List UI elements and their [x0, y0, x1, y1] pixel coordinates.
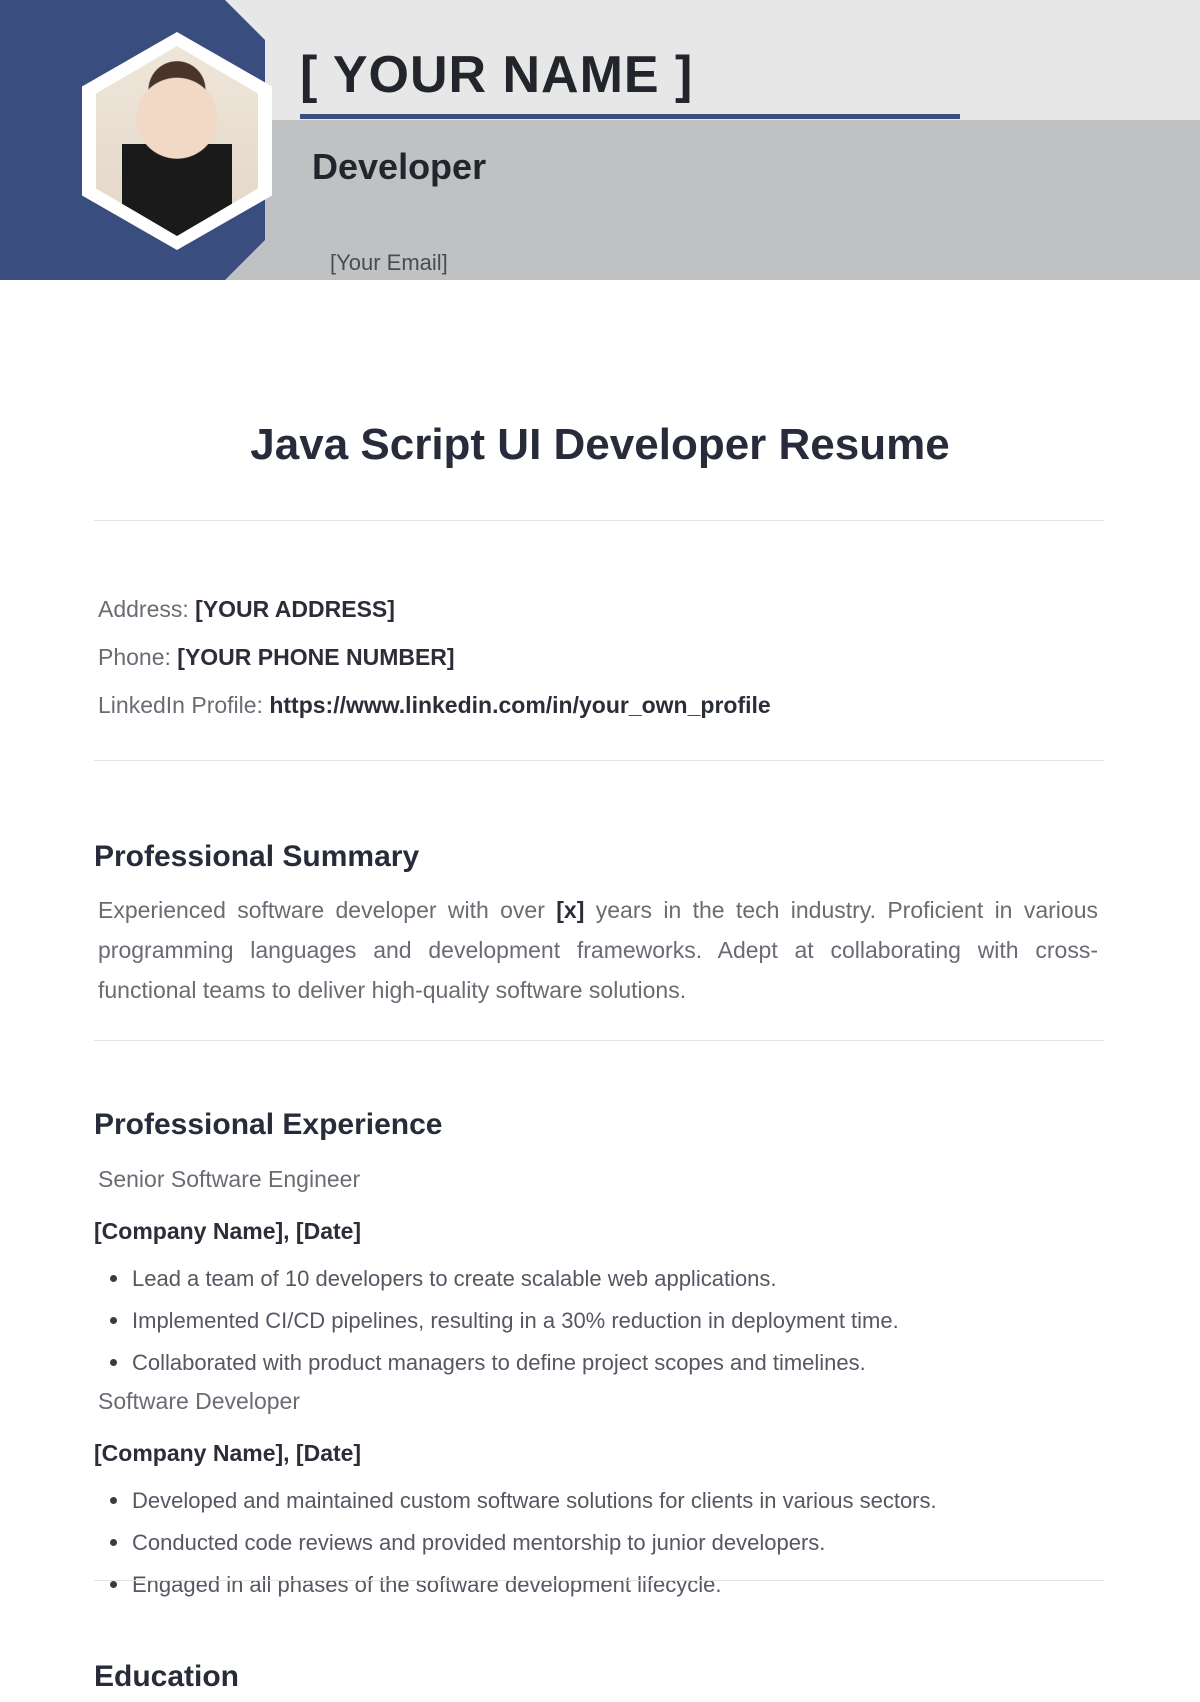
summary-text-before: Experienced software developer with over: [98, 897, 556, 923]
list-item: Collaborated with product managers to de…: [110, 1342, 899, 1384]
profile-photo: [96, 46, 258, 236]
section-heading-experience: Professional Experience: [94, 1108, 443, 1142]
list-item: Conducted code reviews and provided ment…: [110, 1522, 937, 1564]
list-item: Implemented CI/CD pipelines, resulting i…: [110, 1300, 899, 1342]
contact-block: Address: [YOUR ADDRESS] Phone: [YOUR PHO…: [98, 585, 771, 729]
job-bullets: Lead a team of 10 developers to create s…: [110, 1258, 899, 1384]
name-underline: [300, 114, 960, 119]
applicant-subtitle: Developer: [312, 146, 486, 188]
linkedin-label: LinkedIn Profile:: [98, 692, 269, 718]
job-meta: [Company Name], [Date]: [94, 1218, 361, 1245]
linkedin-value: https://www.linkedin.com/in/your_own_pro…: [269, 692, 770, 718]
address-value: [YOUR ADDRESS]: [195, 596, 395, 622]
list-item: Engaged in all phases of the software de…: [110, 1564, 937, 1606]
list-item: Developed and maintained custom software…: [110, 1480, 937, 1522]
divider: [94, 1040, 1104, 1041]
list-item: Lead a team of 10 developers to create s…: [110, 1258, 899, 1300]
phone-value: [YOUR PHONE NUMBER]: [177, 644, 454, 670]
summary-years: [x]: [556, 897, 584, 923]
divider: [94, 760, 1104, 761]
job-meta: [Company Name], [Date]: [94, 1440, 361, 1467]
divider: [94, 1580, 1104, 1581]
section-heading-education: Education: [94, 1660, 239, 1694]
job-bullets: Developed and maintained custom software…: [110, 1480, 937, 1606]
summary-paragraph: Experienced software developer with over…: [98, 890, 1098, 1010]
applicant-email: [Your Email]: [330, 250, 448, 276]
document-title: Java Script UI Developer Resume: [0, 420, 1200, 470]
address-label: Address:: [98, 596, 195, 622]
applicant-name: [ YOUR NAME ]: [300, 45, 980, 105]
divider: [94, 520, 1104, 521]
job-role: Senior Software Engineer: [98, 1166, 360, 1193]
job-role: Software Developer: [98, 1388, 300, 1415]
phone-label: Phone:: [98, 644, 177, 670]
section-heading-summary: Professional Summary: [94, 840, 419, 874]
